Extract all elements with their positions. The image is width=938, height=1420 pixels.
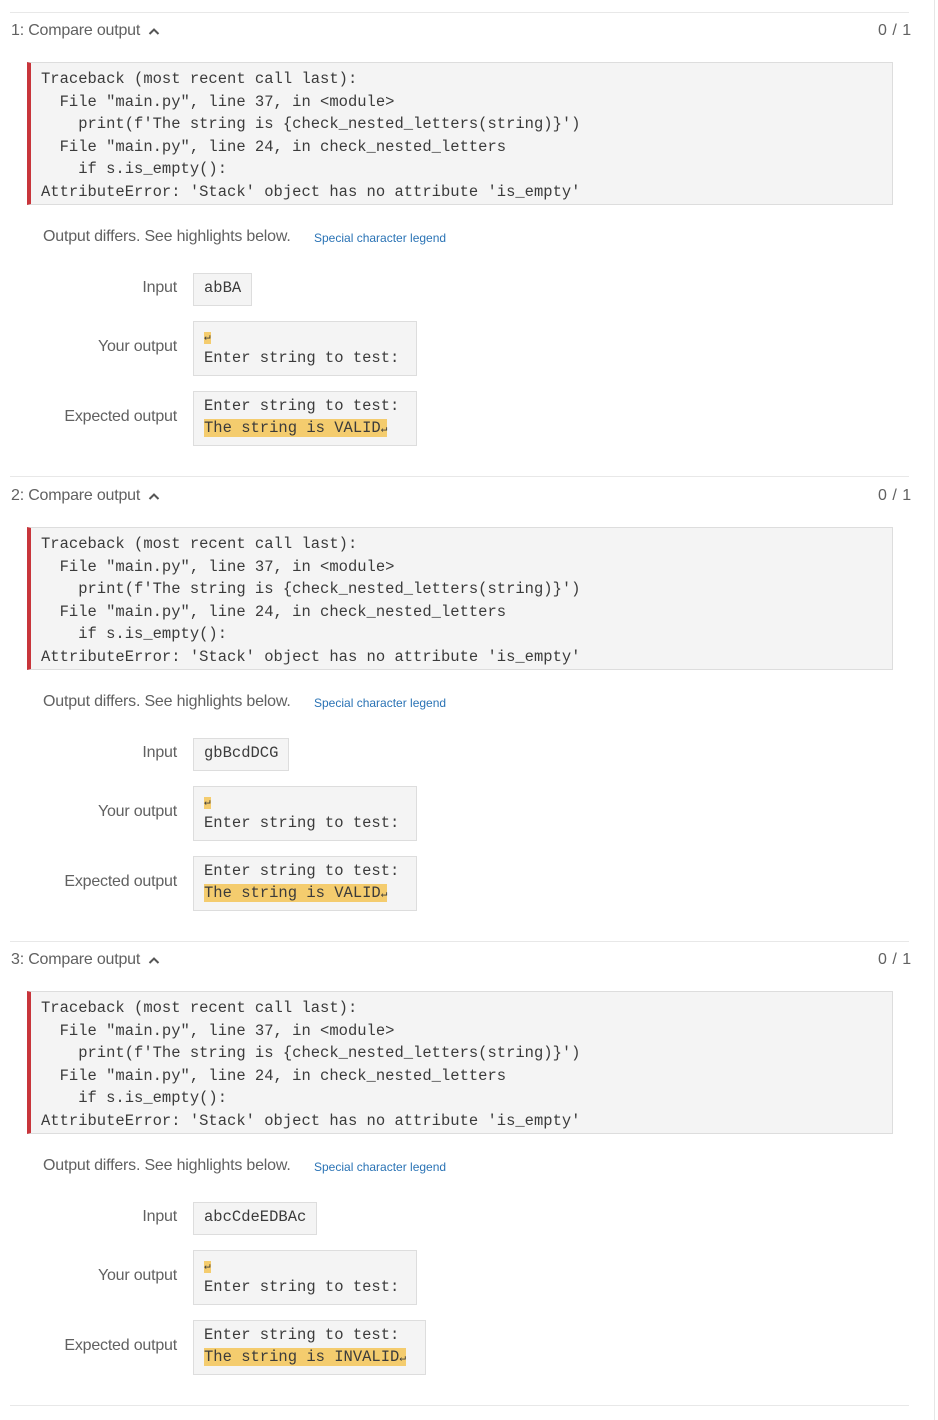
chevron-up-icon: [148, 957, 160, 964]
expected-output-box: Enter string to test: The string is INVA…: [193, 1320, 426, 1375]
input-value: abcCdeEDBAc: [204, 1208, 307, 1226]
section-title: 1: Compare output: [11, 22, 141, 39]
input-label: Input: [142, 1208, 177, 1225]
special-character-legend-link[interactable]: Special character legend: [314, 231, 446, 245]
compare-output-section-2: 2: Compare output 0 / 1 Traceback (most …: [0, 477, 938, 942]
diff-message: Output differs. See highlights below.: [43, 228, 291, 245]
newline-marker: ↵: [399, 1353, 406, 1365]
your-output-box: ↵ Enter string to test:: [193, 321, 417, 376]
section-title: 2: Compare output: [11, 487, 141, 504]
expected-output-label: Expected output: [64, 873, 177, 890]
expected-output-line: Enter string to test:: [204, 1326, 400, 1344]
input-label: Input: [142, 744, 177, 761]
input-label: Input: [142, 279, 177, 296]
expected-output-box: Enter string to test: The string is VALI…: [193, 856, 417, 911]
section-title: 3: Compare output: [11, 951, 141, 968]
special-character-legend-link[interactable]: Special character legend: [314, 1160, 446, 1174]
newline-marker: ↵: [380, 889, 388, 901]
expected-output-diff-highlight: The string is INVALID↵: [204, 1348, 406, 1366]
traceback-text: Traceback (most recent call last): File …: [41, 535, 581, 666]
newline-marker: ↵: [380, 424, 388, 436]
error-traceback: Traceback (most recent call last): File …: [27, 527, 893, 670]
section-header-toggle[interactable]: 2: Compare output: [11, 487, 161, 505]
expected-output-line: Enter string to test:: [204, 397, 400, 415]
section-divider: [10, 1405, 909, 1406]
section-header-toggle[interactable]: 3: Compare output: [11, 951, 161, 969]
diff-message: Output differs. See highlights below.: [43, 1157, 291, 1174]
special-character-legend-link[interactable]: Special character legend: [314, 696, 446, 710]
your-output-line: Enter string to test:: [204, 814, 400, 832]
newline-marker: ↵: [204, 797, 211, 809]
score-label: 0 / 1: [878, 951, 912, 968]
diff-message: Output differs. See highlights below.: [43, 693, 291, 710]
traceback-text: Traceback (most recent call last): File …: [41, 70, 581, 201]
input-value: abBA: [204, 279, 242, 297]
compare-output-section-1: 1: Compare output 0 / 1 Traceback (most …: [0, 12, 938, 477]
error-traceback: Traceback (most recent call last): File …: [27, 62, 893, 205]
expected-output-diff-highlight: The string is VALID↵: [204, 419, 388, 437]
expected-output-label: Expected output: [64, 408, 177, 425]
newline-marker: ↵: [204, 1261, 211, 1273]
your-output-box: ↵ Enter string to test:: [193, 786, 417, 841]
expected-output-diff-text: The string is VALID: [204, 419, 381, 437]
expected-output-diff-text: The string is INVALID: [204, 1348, 400, 1366]
input-value-box: abcCdeEDBAc: [193, 1202, 318, 1235]
chevron-up-icon: [148, 493, 160, 500]
your-output-label: Your output: [97, 338, 177, 355]
input-value-box: gbBcdDCG: [193, 738, 290, 771]
your-output-label: Your output: [97, 803, 177, 820]
section-header-toggle[interactable]: 1: Compare output: [11, 22, 161, 40]
input-value: gbBcdDCG: [204, 744, 279, 762]
score-label: 0 / 1: [878, 487, 912, 504]
your-output-label: Your output: [97, 1267, 177, 1284]
your-output-line: Enter string to test:: [204, 349, 400, 367]
expected-output-diff-highlight: The string is VALID↵: [204, 884, 388, 902]
compare-output-section-3: 3: Compare output 0 / 1 Traceback (most …: [0, 941, 938, 1406]
error-traceback: Traceback (most recent call last): File …: [27, 991, 893, 1134]
score-label: 0 / 1: [878, 22, 912, 39]
expected-output-diff-text: The string is VALID: [204, 884, 381, 902]
your-output-box: ↵ Enter string to test:: [193, 1250, 417, 1305]
expected-output-label: Expected output: [64, 1337, 177, 1354]
chevron-up-icon: [148, 28, 160, 35]
newline-marker: ↵: [204, 332, 211, 344]
input-value-box: abBA: [193, 273, 253, 306]
traceback-text: Traceback (most recent call last): File …: [41, 999, 581, 1130]
expected-output-line: Enter string to test:: [204, 862, 400, 880]
expected-output-box: Enter string to test: The string is VALI…: [193, 391, 417, 446]
your-output-line: Enter string to test:: [204, 1278, 400, 1296]
